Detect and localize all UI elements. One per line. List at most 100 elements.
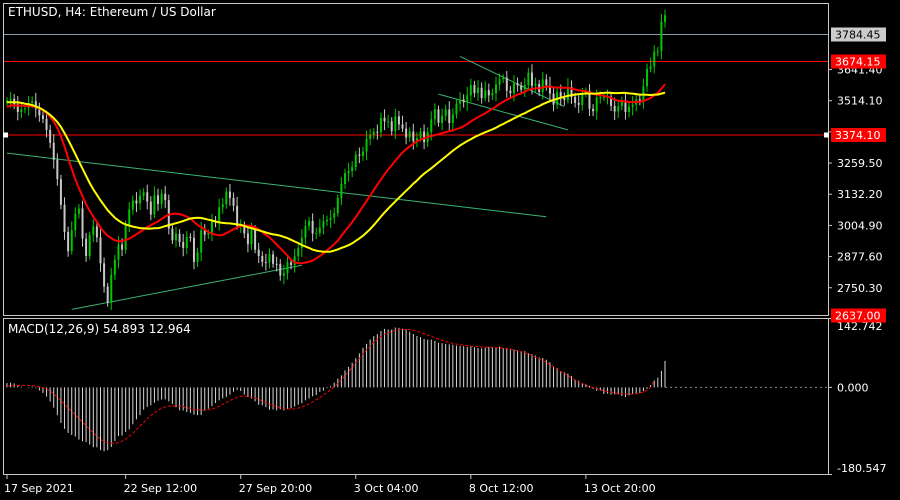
candle-body — [379, 117, 382, 133]
candle-body — [74, 213, 77, 231]
candle-body — [268, 254, 271, 263]
candle-body — [49, 129, 52, 143]
chart-canvas: 142.7420.000-180.547 3641.403514.103386.… — [0, 0, 900, 500]
candle-body — [272, 254, 275, 264]
candle-body — [329, 217, 332, 220]
level-handle — [824, 132, 829, 138]
candle-body — [423, 131, 426, 143]
candle-body — [509, 90, 512, 94]
candle-body — [124, 224, 127, 250]
candle-body — [491, 93, 494, 96]
candle-body — [192, 237, 195, 262]
candle-body — [354, 154, 357, 168]
candle-body — [139, 195, 142, 204]
candle-body — [459, 99, 462, 104]
level-tag: 3374.10 — [835, 129, 881, 142]
candle-body — [67, 231, 70, 252]
candle-body — [505, 77, 508, 91]
candle-body — [171, 228, 174, 241]
candle-body — [304, 226, 307, 238]
candle-body — [592, 108, 595, 112]
candle-body — [250, 228, 253, 245]
candle-body — [523, 85, 526, 90]
candle-body — [311, 220, 314, 234]
candle-body — [448, 109, 451, 124]
candle-body — [110, 274, 113, 303]
candle-body — [308, 220, 311, 227]
candle-body — [81, 208, 84, 239]
candle-body — [358, 154, 361, 156]
price-tick-label: 3004.90 — [837, 219, 883, 232]
candle-body — [77, 208, 80, 214]
macd-tick-label: -180.547 — [837, 462, 886, 475]
candle-body — [85, 238, 88, 256]
candle-body — [318, 227, 321, 233]
candle-body — [149, 201, 152, 215]
candle-body — [95, 226, 98, 238]
current-price-tag: 3784.45 — [835, 28, 881, 41]
price-tick-label: 2877.60 — [837, 251, 883, 264]
candle-body — [473, 85, 476, 93]
candle-body — [210, 221, 213, 234]
candle-body — [157, 195, 160, 205]
candle-body — [153, 195, 156, 215]
candle-body — [297, 248, 300, 257]
candle-body — [279, 264, 282, 276]
candle-body — [182, 242, 185, 248]
macd-label: MACD(12,26,9) 54.893 12.964 — [8, 322, 191, 336]
candle-body — [577, 102, 580, 105]
candle-body — [581, 93, 584, 105]
candle-body — [221, 204, 224, 208]
candle-body — [282, 273, 285, 276]
candle-body — [336, 197, 339, 214]
candle-body — [9, 98, 12, 101]
candle-body — [218, 207, 221, 222]
candle-body — [326, 219, 329, 222]
candle-body — [333, 213, 336, 218]
candle-body — [56, 159, 59, 180]
candle-body — [128, 209, 131, 225]
candle-body — [469, 85, 472, 96]
candle-body — [315, 232, 318, 234]
chart-background — [0, 0, 900, 500]
candle-body — [466, 95, 469, 103]
candle-body — [376, 131, 379, 133]
candle-body — [361, 151, 364, 156]
candle-body — [228, 191, 231, 198]
candle-body — [31, 101, 34, 103]
candle-body — [146, 192, 149, 202]
candle-body — [160, 193, 163, 205]
candle-body — [121, 244, 124, 250]
time-tick-label: 22 Sep 12:00 — [124, 482, 197, 495]
candle-body — [174, 233, 177, 241]
symbol-label: ETHUSD — [8, 5, 58, 19]
candle-body — [664, 15, 666, 22]
candle-body — [599, 97, 602, 99]
candle-body — [63, 204, 66, 232]
candle-body — [131, 200, 134, 210]
candle-body — [541, 79, 544, 92]
candle-body — [200, 230, 203, 253]
price-tick-label: 3514.10 — [837, 95, 883, 108]
candle-body — [322, 221, 325, 228]
candle-body — [433, 109, 436, 120]
candle-body — [275, 263, 278, 265]
candle-body — [372, 131, 375, 136]
candle-body — [516, 83, 519, 86]
candle-body — [99, 237, 102, 264]
candle-body — [264, 261, 267, 263]
candle-body — [20, 109, 23, 112]
candle-body — [383, 117, 386, 122]
candle-body — [646, 68, 649, 87]
candle-body — [649, 66, 652, 69]
candle-body — [45, 118, 48, 130]
candle-body — [390, 121, 393, 132]
candle-body — [405, 128, 408, 138]
symbol-description: Ethereum / US Dollar — [90, 5, 216, 19]
price-tick-label: 3132.20 — [837, 188, 883, 201]
candle-body — [41, 115, 44, 119]
candle-body — [631, 104, 634, 107]
macd-tick-label: 0.000 — [837, 381, 869, 394]
candle-body — [441, 115, 444, 123]
candle-body — [480, 87, 483, 99]
